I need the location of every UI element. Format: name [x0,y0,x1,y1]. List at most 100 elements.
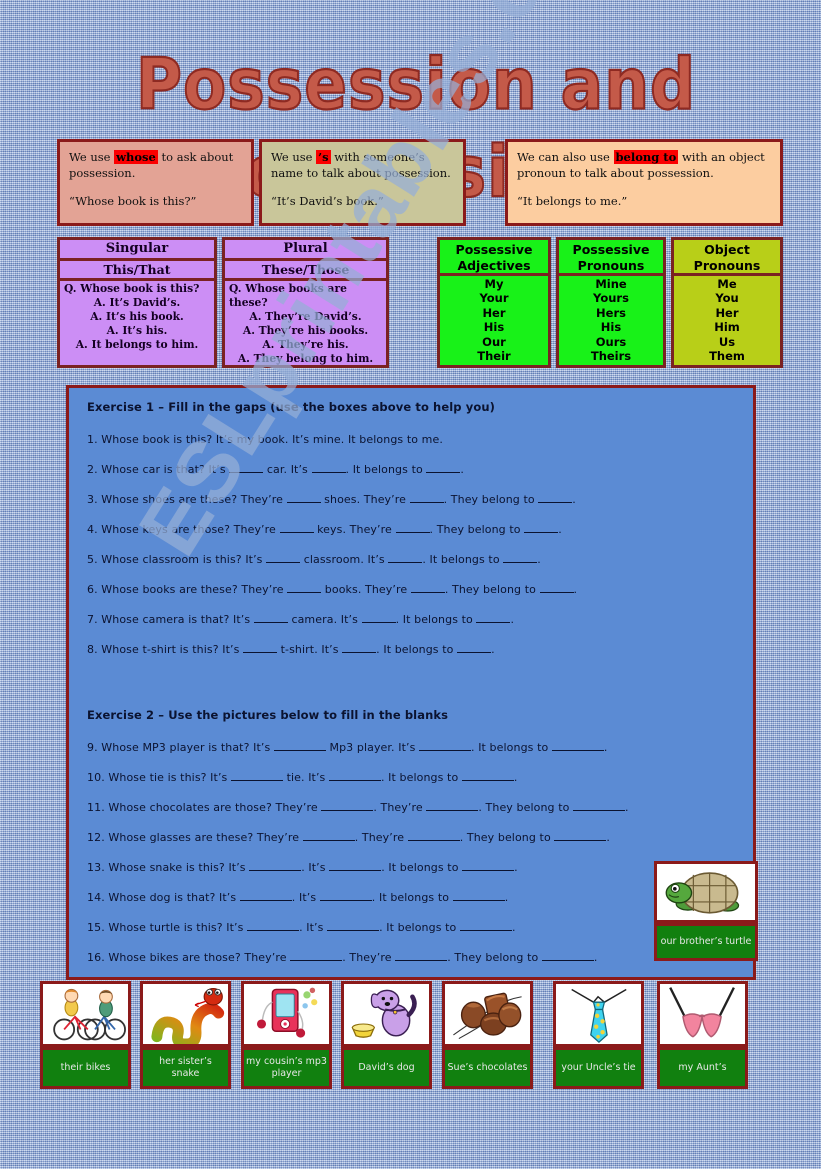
list-item: Ours [595,334,627,349]
header-line-1: Possessive [455,242,533,257]
exercise-1-item[interactable]: 5. Whose classroom is this? It’s classro… [87,553,541,566]
picture-card-bikes[interactable]: their bikes [40,981,131,1089]
list-item: Me [717,277,737,291]
list-item: His [483,320,505,335]
dog-image [341,981,432,1047]
picture-card-mp3[interactable]: my cousin’s mp3 player [241,981,332,1089]
table-plural: Plural These/Those Q. Whose books are th… [222,237,389,368]
info-box-belong-to-example: “It belongs to me.” [517,194,628,208]
list-item: My [484,277,504,291]
snake-label: her sister’s snake [140,1047,231,1089]
picture-card-snake[interactable]: her sister’s snake [140,981,231,1089]
info-box-apostrophe-s: We use ’s with someone’s name to talk ab… [259,139,466,226]
info-box-apostrophe-s-keyword: ’s [316,150,331,164]
exercise-panel: Exercise 1 – Fill in the gaps (use the b… [66,385,756,980]
header-line-2: Pronouns [693,258,761,273]
chocolates-image [442,981,533,1047]
bikes-label: their bikes [40,1047,131,1089]
list-item: Her [715,305,739,320]
page-title: Possession and Possessives [135,42,697,213]
table-row: A. It’s his. [106,324,168,338]
header-line-1: Possessive [572,242,650,257]
exercise-2-item[interactable]: 10. Whose tie is this? It’s tie. It’s . … [87,771,518,784]
glasses-label: my Aunt’s [657,1047,748,1089]
tie-label: your Uncle’s tie [553,1047,644,1089]
table-singular: Singular This/That Q. Whose book is this… [57,237,217,368]
table-row: A. They’re his. [262,338,349,352]
picture-card-tie[interactable]: your Uncle’s tie [553,981,644,1089]
table-plural-subheader: These/Those [225,261,386,281]
table-row: A. It’s David’s. [93,296,181,310]
list-item: Mine [595,277,627,291]
exercise-1-item[interactable]: 7. Whose camera is that? It’s camera. It… [87,613,514,626]
exercise-1-item[interactable]: 1. Whose book is this? It’s my book. It’… [87,433,443,446]
list-item: Hers [596,305,626,320]
list-item: Her [482,305,506,320]
list-item: Us [718,334,736,349]
table-possessive-adjectives-body: My Your Her His Our Their [440,276,548,363]
list-item: You [715,291,739,306]
info-box-whose: We use whose to ask about possession. “W… [57,139,254,226]
exercise-1-item[interactable]: 3. Whose shoes are these? They’re shoes.… [87,493,576,506]
bikes-image [40,981,131,1047]
table-object-pronouns-body: Me You Her Him Us Them [674,276,780,363]
table-row: Q. Whose book is this? [64,282,200,295]
list-item: His [600,320,622,335]
header-line-2: Pronouns [577,258,645,273]
picture-card-glasses[interactable]: my Aunt’s [657,981,748,1089]
list-item: Them [709,349,745,364]
info-box-belong-to-pre: We can also use [517,150,614,164]
tie-image [553,981,644,1047]
info-box-whose-keyword: whose [114,150,158,164]
info-box-belong-to: We can also use belong to with an object… [505,139,783,226]
table-object-pronouns-header: Object Pronouns [674,240,780,276]
dog-label: David’s dog [341,1047,432,1089]
info-box-whose-example: “Whose book is this?” [69,194,197,208]
table-row: A. They’re his books. [242,324,369,338]
exercise-1-heading: Exercise 1 – Fill in the gaps (use the b… [87,400,495,414]
table-singular-header: Singular [60,240,214,261]
exercise-2-item[interactable]: 12. Whose glasses are these? They’re . T… [87,831,610,844]
header-line-1: Object [704,242,750,257]
table-plural-body: Q. Whose books are these? A. They’re Dav… [225,281,386,367]
exercise-2-item[interactable]: 9. Whose MP3 player is that? It’s Mp3 pl… [87,741,608,754]
exercise-1-item[interactable]: 4. Whose keys are those? They’re keys. T… [87,523,562,536]
info-box-whose-pre: We use [69,150,115,164]
table-plural-header: Plural [225,240,386,261]
table-possessive-adjectives: Possessive Adjectives My Your Her His Ou… [437,237,551,368]
table-possessive-pronouns: Possessive Pronouns Mine Yours Hers His … [556,237,666,368]
exercise-1-item[interactable]: 2. Whose car is that? It’s car. It’s . I… [87,463,464,476]
exercise-2-item[interactable]: 11. Whose chocolates are those? They’re … [87,801,629,814]
picture-card-turtle[interactable]: our brother’s turtle [654,861,758,961]
exercise-1-item[interactable]: 8. Whose t-shirt is this? It’s t-shirt. … [87,643,495,656]
exercise-2-item[interactable]: 13. Whose snake is this? It’s . It’s . I… [87,861,518,874]
table-singular-subheader: This/That [60,261,214,281]
list-item: Him [714,320,740,335]
list-item: Yours [593,291,629,306]
table-possessive-pronouns-header: Possessive Pronouns [559,240,663,276]
table-row: A. They’re David’s. [249,310,362,324]
exercise-1-item[interactable]: 6. Whose books are these? They’re books.… [87,583,577,596]
mp3-player-image [241,981,332,1047]
list-item: Our [482,334,506,349]
table-possessive-pronouns-body: Mine Yours Hers His Ours Theirs [559,276,663,363]
turtle-image [654,861,758,923]
list-item: Their [477,349,511,364]
table-object-pronouns: Object Pronouns Me You Her Him Us Them [671,237,783,368]
header-line-2: Adjectives [457,258,531,273]
snake-image [140,981,231,1047]
table-possessive-adjectives-header: Possessive Adjectives [440,240,548,276]
exercise-2-item[interactable]: 15. Whose turtle is this? It’s . It’s . … [87,921,516,934]
table-row: Q. Whose books are these? [229,282,347,310]
info-box-apostrophe-s-pre: We use [271,150,317,164]
picture-card-chocolates[interactable]: Sue’s chocolates [442,981,533,1089]
glasses-image [657,981,748,1047]
list-item: Theirs [590,349,632,364]
chocolates-label: Sue’s chocolates [442,1047,533,1089]
mp3-player-label: my cousin’s mp3 player [241,1047,332,1089]
exercise-2-item[interactable]: 16. Whose bikes are those? They’re . The… [87,951,598,964]
exercise-2-item[interactable]: 14. Whose dog is that? It’s . It’s . It … [87,891,508,904]
picture-card-dog[interactable]: David’s dog [341,981,432,1089]
table-row: A. It belongs to him. [75,338,199,352]
table-row: A. It’s his book. [90,310,184,324]
